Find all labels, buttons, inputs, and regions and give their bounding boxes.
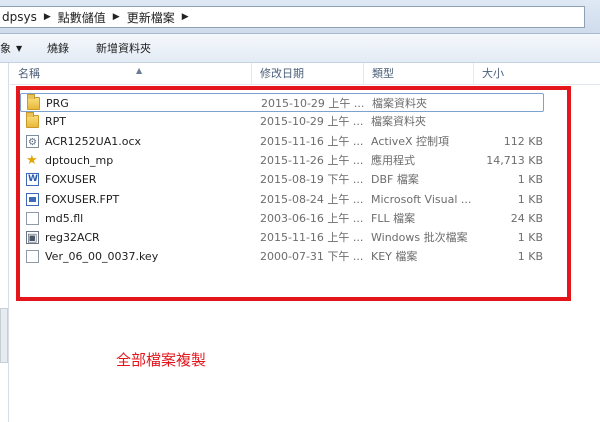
file-type: KEY 檔案 — [371, 250, 418, 263]
column-header-name-label: 名稱 — [18, 67, 40, 80]
file-size: 1 KB — [517, 250, 543, 263]
file-size: 14,713 KB — [486, 154, 543, 167]
application-icon — [26, 151, 39, 170]
breadcrumb-item-dpsys[interactable]: dpsys — [2, 10, 37, 24]
column-header-name[interactable]: 名稱 ▲ — [10, 63, 252, 85]
file-date: 2015-11-16 上午 ... — [260, 231, 364, 244]
dbf-file-icon — [26, 170, 39, 189]
new-folder-label: 新增資料夾 — [96, 42, 151, 55]
file-name: PRG — [46, 97, 69, 110]
activex-icon — [26, 133, 39, 152]
blank-file-icon — [26, 212, 39, 225]
breadcrumb-item-points[interactable]: 點數儲值 — [58, 9, 106, 26]
breadcrumb-separator-icon[interactable]: ▶ — [113, 12, 120, 22]
file-date: 2015-10-29 上午 ... — [261, 97, 365, 110]
column-header-size[interactable]: 大小 — [474, 63, 600, 85]
breadcrumb-item-update-files[interactable]: 更新檔案 — [127, 9, 175, 26]
file-date: 2015-10-29 上午 ... — [260, 115, 364, 128]
chevron-down-icon: ▼ — [16, 43, 23, 53]
file-row-ver-key[interactable]: Ver_06_00_0037.key 2000-07-31 下午 ... KEY… — [20, 247, 544, 266]
blank-file-icon — [26, 250, 39, 263]
file-row-dptouch-mp[interactable]: dptouch_mp 2015-11-26 上午 ... 應用程式 14,713… — [20, 151, 544, 170]
file-row-md5-fll[interactable]: md5.fll 2003-06-16 上午 ... FLL 檔案 24 KB — [20, 209, 544, 228]
file-row-acr1252ua1[interactable]: ACR1252UA1.ocx 2015-11-16 上午 ... ActiveX… — [20, 132, 544, 152]
file-date: 2000-07-31 下午 ... — [260, 250, 364, 263]
file-type: FLL 檔案 — [371, 212, 416, 225]
file-row-rpt[interactable]: RPT 2015-10-29 上午 ... 檔案資料夾 — [20, 112, 544, 131]
file-row-foxuser[interactable]: FOXUSER 2015-08-19 下午 ... DBF 檔案 1 KB — [20, 170, 544, 189]
burn-button[interactable]: 燒錄 — [47, 40, 69, 56]
batch-file-icon — [26, 228, 39, 247]
file-name: dptouch_mp — [45, 154, 114, 167]
column-header-date-label: 修改日期 — [260, 67, 304, 80]
burn-label: 燒錄 — [47, 42, 69, 55]
navigation-pane[interactable] — [0, 63, 9, 422]
folder-icon — [26, 112, 39, 128]
breadcrumb[interactable]: dpsys ▶ 點數儲值 ▶ 更新檔案 ▶ — [0, 6, 585, 28]
file-type: ActiveX 控制項 — [371, 135, 450, 148]
file-row-foxuser-fpt[interactable]: FOXUSER.FPT 2015-08-24 上午 ... Microsoft … — [20, 190, 544, 209]
column-header-type[interactable]: 類型 — [364, 63, 474, 85]
file-name: ACR1252UA1.ocx — [45, 135, 142, 148]
file-type: DBF 檔案 — [371, 173, 419, 186]
command-bar: 象 ▼ 燒錄 新增資料夾 — [0, 34, 600, 63]
file-name: reg32ACR — [45, 231, 100, 244]
file-row-reg32acr[interactable]: reg32ACR 2015-11-16 上午 ... Windows 批次檔案 … — [20, 228, 544, 247]
address-bar: dpsys ▶ 點數儲值 ▶ 更新檔案 ▶ — [0, 0, 600, 34]
file-type: 檔案資料夾 — [371, 115, 426, 128]
folder-icon — [27, 94, 40, 110]
file-type: 應用程式 — [371, 154, 415, 167]
organize-label: 象 — [0, 42, 11, 55]
file-size: 112 KB — [503, 135, 543, 148]
file-size: 1 KB — [517, 173, 543, 186]
file-type: Windows 批次檔案 — [371, 231, 468, 244]
file-row-prg[interactable]: PRG 2015-10-29 上午 ... 檔案資料夾 — [20, 93, 544, 112]
file-date: 2015-11-16 上午 ... — [260, 135, 364, 148]
file-date: 2003-06-16 上午 ... — [260, 212, 364, 225]
file-size: 1 KB — [517, 231, 543, 244]
file-name: FOXUSER — [45, 173, 97, 186]
file-name: md5.fll — [45, 212, 84, 225]
file-name: FOXUSER.FPT — [45, 193, 120, 206]
column-header-type-label: 類型 — [372, 67, 394, 80]
new-folder-button[interactable]: 新增資料夾 — [96, 40, 151, 56]
file-date: 2015-08-24 上午 ... — [260, 193, 364, 206]
navigation-scrollbar-thumb[interactable] — [0, 308, 8, 363]
column-header-date[interactable]: 修改日期 — [252, 63, 364, 85]
annotation-text: 全部檔案複製 — [116, 351, 207, 369]
column-header-bar: 名稱 ▲ 修改日期 類型 大小 — [10, 63, 600, 85]
file-size: 1 KB — [517, 193, 543, 206]
breadcrumb-separator-icon[interactable]: ▶ — [44, 12, 51, 22]
file-date: 2015-08-19 下午 ... — [260, 173, 364, 186]
breadcrumb-separator-icon[interactable]: ▶ — [182, 12, 189, 22]
file-name: Ver_06_00_0037.key — [45, 250, 159, 263]
fpt-file-icon — [26, 193, 39, 206]
file-name: RPT — [45, 115, 66, 128]
file-type: Microsoft Visual ... — [371, 193, 472, 206]
file-date: 2015-11-26 上午 ... — [260, 154, 364, 167]
file-list-edge — [593, 86, 600, 422]
file-size: 24 KB — [510, 212, 543, 225]
sort-ascending-icon: ▲ — [136, 66, 143, 75]
organize-button[interactable]: 象 ▼ — [0, 40, 22, 56]
file-type: 檔案資料夾 — [372, 97, 427, 110]
column-header-size-label: 大小 — [482, 67, 504, 80]
